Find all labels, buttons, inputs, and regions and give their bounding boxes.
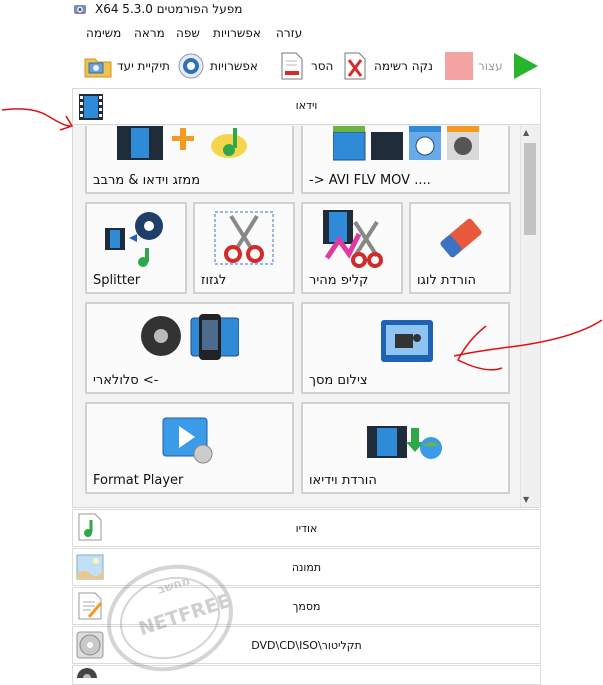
quick-clip-icon bbox=[319, 208, 385, 270]
tile-format-player[interactable]: Format Player bbox=[85, 402, 294, 494]
clear-list-button[interactable]: נקה רשימה bbox=[340, 48, 433, 84]
remove-button[interactable]: הסר bbox=[277, 48, 333, 84]
gear-icon bbox=[176, 51, 206, 81]
play-icon bbox=[510, 51, 540, 81]
tile-quick-clip[interactable]: קליפ מהיר bbox=[301, 202, 403, 294]
stop-button[interactable]: עצור bbox=[444, 48, 503, 84]
menu-language[interactable]: שפה bbox=[176, 26, 200, 40]
clear-list-label: נקה רשימה bbox=[374, 59, 433, 73]
output-folder-label: תיקיית יעד bbox=[117, 59, 170, 73]
video-download-icon bbox=[367, 422, 443, 462]
options-label: אפשרויות bbox=[210, 59, 258, 73]
tile-remove-logo[interactable]: הורדת לוגו bbox=[409, 202, 511, 294]
stop-icon bbox=[444, 51, 474, 81]
tile-format-player-label: Format Player bbox=[93, 473, 184, 488]
category-audio-label: אודיו bbox=[295, 522, 318, 535]
remove-label: הסר bbox=[311, 59, 334, 73]
video-merge-icon bbox=[117, 126, 267, 162]
mobile-devices-icon bbox=[139, 314, 239, 364]
tile-video-formats[interactable]: -> AVI FLV MOV .... bbox=[301, 126, 510, 194]
stop-label: עצור bbox=[478, 59, 503, 73]
tile-quick-clip-label: קליפ מהיר bbox=[309, 273, 369, 288]
crop-scissors-icon bbox=[211, 208, 277, 270]
tile-splitter-label: Splitter bbox=[93, 273, 141, 288]
scroll-up-icon[interactable]: ▲ bbox=[523, 128, 529, 137]
output-folder-button[interactable]: תיקיית יעד bbox=[83, 48, 170, 84]
annotation-arrow-left bbox=[0, 98, 80, 138]
screen-record-icon bbox=[381, 320, 433, 362]
tile-splitter[interactable]: Splitter bbox=[85, 202, 187, 294]
options-button[interactable]: אפשרויות bbox=[176, 48, 258, 84]
tile-grid: ממזג וידאו & מרבב -> AVI FLV MOV .... Sp… bbox=[73, 126, 519, 507]
category-video-label: וידאו bbox=[295, 99, 318, 112]
video-formats-icon bbox=[333, 126, 483, 162]
scroll-down-icon[interactable]: ▼ bbox=[523, 495, 529, 504]
tile-crop[interactable]: לגזוז bbox=[193, 202, 295, 294]
menu-options[interactable]: אפשרויות bbox=[213, 26, 261, 40]
start-button[interactable] bbox=[510, 48, 540, 84]
document-remove-icon bbox=[277, 51, 307, 81]
tile-video-download-label: הורדת וידיאו bbox=[309, 473, 377, 488]
tile-mobile-label: -> סלולארי bbox=[93, 373, 159, 388]
eraser-icon bbox=[433, 210, 489, 266]
tile-video-joiner-label: ממזג וידאו & מרבב bbox=[93, 173, 201, 188]
netfree-watermark: NETFREE מחשב bbox=[95, 558, 245, 678]
scrollbar-thumb[interactable] bbox=[524, 143, 536, 235]
menu-view[interactable]: מראה bbox=[134, 26, 165, 40]
window-title: מפעל הפורמטים X64 5.3.0 bbox=[95, 2, 243, 16]
format-player-icon bbox=[161, 416, 215, 464]
document-clear-icon bbox=[340, 51, 370, 81]
tile-crop-label: לגזוז bbox=[201, 273, 227, 288]
menu-task[interactable]: משימה bbox=[86, 26, 121, 40]
tile-mobile[interactable]: -> סלולארי bbox=[85, 302, 294, 394]
tile-video-download[interactable]: הורדת וידיאו bbox=[301, 402, 510, 494]
annotation-arrow-right bbox=[452, 318, 603, 378]
format-factory-icon bbox=[73, 3, 87, 15]
folder-icon bbox=[83, 51, 113, 81]
splitter-icon bbox=[103, 208, 169, 270]
tile-video-joiner[interactable]: ממזג וידאו & מרבב bbox=[85, 126, 294, 194]
tile-video-formats-label: -> AVI FLV MOV .... bbox=[309, 173, 431, 188]
menu-help[interactable]: עזרה bbox=[276, 26, 302, 40]
title-bar bbox=[0, 0, 603, 22]
tile-screen-record-label: צילום מסך bbox=[309, 373, 368, 388]
tile-remove-logo-label: הורדת לוגו bbox=[417, 273, 476, 288]
